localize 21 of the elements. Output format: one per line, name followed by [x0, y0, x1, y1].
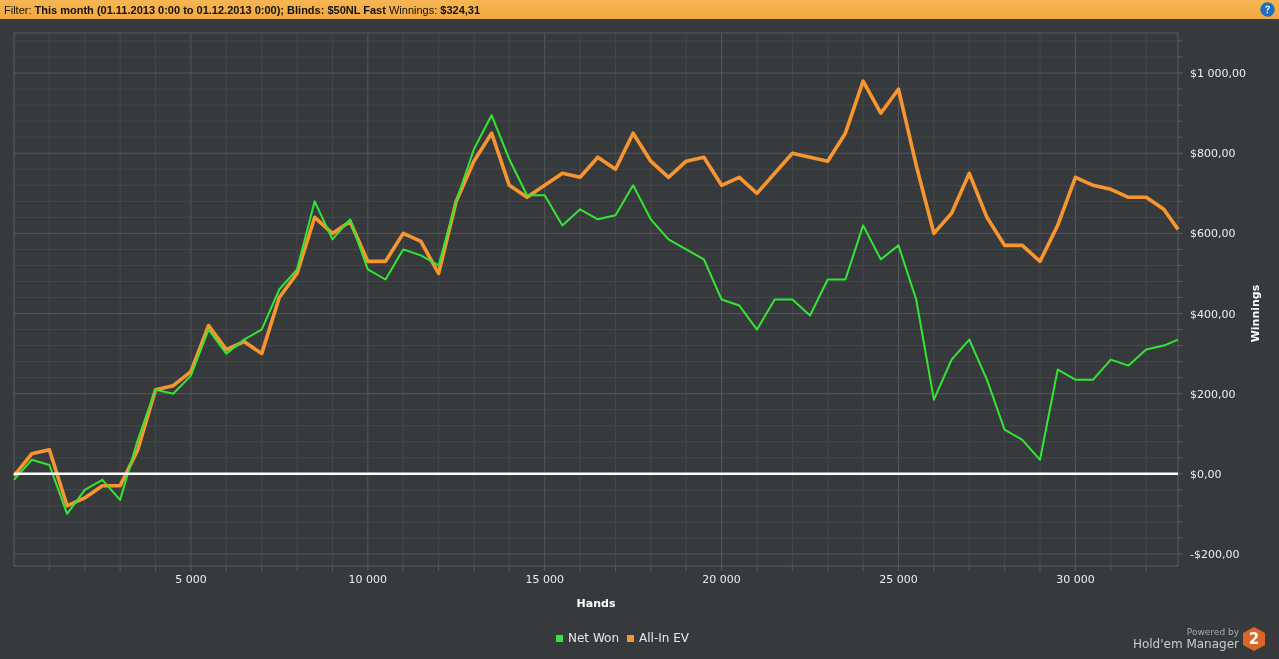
y-tick-label: $800,00: [1190, 147, 1236, 161]
product-name: Hold'em Manager: [1132, 637, 1239, 651]
legend-label: Net Won: [568, 631, 619, 645]
x-tick-label: 30 000: [1056, 573, 1095, 586]
y-tick-label: $200,00: [1190, 387, 1236, 401]
powered-by-label: Powered by: [1186, 627, 1239, 637]
x-tick-label: 10 000: [348, 573, 388, 586]
y-tick-label: $1 000,00: [1190, 67, 1246, 81]
y-tick-label: $600,00: [1190, 227, 1236, 241]
x-tick-label: 15 000: [525, 573, 564, 586]
filter-summary: Filter: This month (01.11.2013 0:00 to 01.12.2013 0:00); Blinds: $50NL Fast Winnings: $324,31: [4, 3, 481, 16]
logo-badge: 2: [1243, 627, 1265, 651]
x-axis-title: Hands: [576, 597, 616, 610]
y-tick-label: $400,00: [1190, 307, 1236, 321]
x-tick-label: 5 000: [175, 573, 207, 586]
y-tick-label: -$200,00: [1190, 548, 1240, 561]
x-tick-label: 20 000: [702, 573, 741, 586]
y-axis-title: Winnings: [1249, 284, 1262, 343]
y-tick-label: $0,00: [1190, 467, 1222, 481]
legend-label: All-In EV: [639, 631, 689, 645]
x-tick-label: 25 000: [879, 573, 918, 586]
